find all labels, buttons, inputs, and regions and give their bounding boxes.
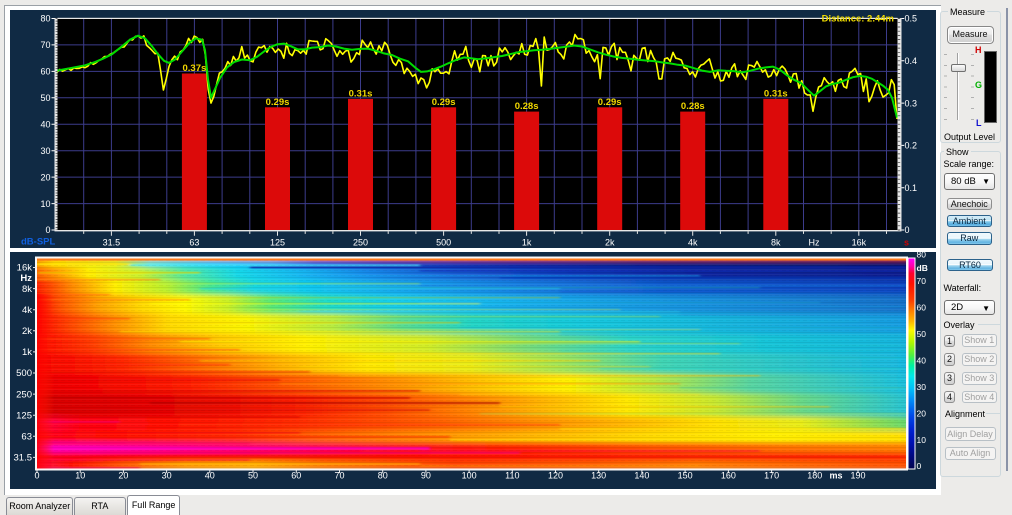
svg-text:0.37s: 0.37s	[183, 63, 207, 74]
svg-text:0: 0	[905, 225, 910, 235]
svg-text:50: 50	[40, 93, 50, 103]
svg-text:70: 70	[40, 40, 50, 50]
svg-text:60: 60	[291, 471, 301, 481]
svg-text:Hz: Hz	[20, 273, 32, 284]
svg-text:2k: 2k	[605, 237, 615, 247]
svg-text:0.4: 0.4	[905, 56, 918, 66]
svg-text:0.29s: 0.29s	[598, 96, 622, 107]
svg-text:dB: dB	[917, 263, 928, 273]
svg-text:190: 190	[850, 471, 865, 481]
svg-text:8k: 8k	[771, 237, 781, 247]
svg-text:10: 10	[75, 471, 85, 481]
svg-text:140: 140	[634, 471, 649, 481]
svg-text:0.28s: 0.28s	[681, 101, 705, 112]
svg-text:2k: 2k	[22, 326, 32, 337]
svg-text:0: 0	[917, 461, 922, 471]
svg-text:60: 60	[917, 303, 927, 313]
svg-text:0.28s: 0.28s	[515, 101, 539, 112]
svg-text:0.1: 0.1	[905, 182, 918, 192]
svg-text:0.3: 0.3	[905, 98, 918, 108]
svg-text:250: 250	[16, 389, 32, 400]
svg-text:80: 80	[40, 13, 50, 23]
svg-text:40: 40	[205, 471, 215, 481]
svg-text:80: 80	[378, 471, 388, 481]
svg-text:20: 20	[40, 172, 50, 182]
svg-text:63: 63	[21, 432, 32, 443]
svg-text:31.5: 31.5	[14, 453, 33, 464]
svg-text:0: 0	[34, 471, 39, 481]
svg-text:500: 500	[16, 368, 32, 379]
svg-text:0.31s: 0.31s	[764, 88, 788, 99]
svg-text:1k: 1k	[522, 237, 532, 247]
svg-text:125: 125	[16, 410, 32, 421]
svg-text:Distance: 2.44m: Distance: 2.44m	[822, 13, 894, 24]
svg-text:0.29s: 0.29s	[266, 96, 290, 107]
svg-text:dB-SPL: dB-SPL	[21, 236, 56, 247]
svg-text:125: 125	[270, 237, 285, 247]
svg-text:40: 40	[917, 356, 927, 366]
svg-text:ms: ms	[829, 471, 842, 481]
svg-text:70: 70	[917, 276, 927, 286]
svg-text:10: 10	[917, 435, 927, 445]
svg-text:130: 130	[591, 471, 606, 481]
svg-text:63: 63	[189, 237, 199, 247]
svg-text:40: 40	[40, 119, 50, 129]
svg-text:0.5: 0.5	[905, 13, 918, 23]
svg-text:50: 50	[917, 329, 927, 339]
svg-text:4k: 4k	[22, 305, 32, 316]
svg-text:70: 70	[334, 471, 344, 481]
svg-text:0.29s: 0.29s	[432, 96, 456, 107]
svg-text:20: 20	[917, 408, 927, 418]
svg-text:0.31s: 0.31s	[349, 88, 373, 99]
svg-text:110: 110	[505, 471, 519, 481]
svg-text:60: 60	[40, 66, 50, 76]
svg-text:20: 20	[118, 471, 128, 481]
svg-text:180: 180	[807, 471, 822, 481]
svg-text:120: 120	[548, 471, 563, 481]
svg-text:8k: 8k	[22, 284, 32, 295]
svg-text:50: 50	[248, 471, 258, 481]
svg-text:Hz: Hz	[809, 237, 820, 247]
svg-text:0: 0	[45, 225, 50, 235]
svg-text:170: 170	[764, 471, 779, 481]
svg-text:500: 500	[436, 237, 451, 247]
svg-text:10: 10	[40, 198, 50, 208]
svg-text:30: 30	[162, 471, 172, 481]
svg-text:80: 80	[917, 252, 927, 260]
svg-text:0.2: 0.2	[905, 140, 918, 150]
svg-text:100: 100	[462, 471, 477, 481]
svg-text:250: 250	[353, 237, 368, 247]
svg-text:16k: 16k	[852, 237, 867, 247]
svg-text:90: 90	[421, 471, 431, 481]
svg-text:4k: 4k	[688, 237, 698, 247]
svg-text:s: s	[904, 237, 909, 247]
svg-text:31.5: 31.5	[103, 237, 121, 247]
svg-text:30: 30	[917, 382, 927, 392]
svg-text:1k: 1k	[22, 347, 32, 358]
svg-text:160: 160	[721, 471, 736, 481]
svg-text:150: 150	[678, 471, 693, 481]
svg-text:30: 30	[40, 145, 50, 155]
